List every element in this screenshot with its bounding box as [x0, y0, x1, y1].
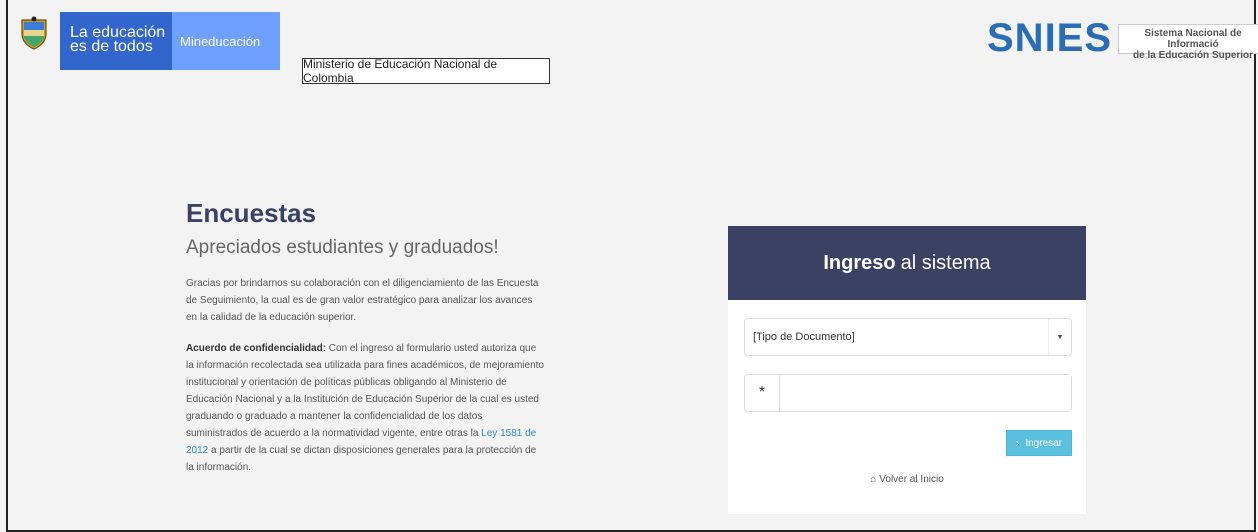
home-icon: ⌂: [870, 474, 877, 485]
intro-paragraph: Gracias por brindarnos su colaboración c…: [186, 278, 539, 323]
page-subtitle: Apreciados estudiantes y graduados!: [186, 237, 499, 258]
snies-logo-text: SNIES: [987, 16, 1113, 60]
education-logo[interactable]: La educación es de todos: [60, 12, 172, 70]
confidentiality-paragraph: Acuerdo de confidencialidad: Con el ingr…: [186, 340, 546, 476]
page-title: Encuestas: [186, 198, 317, 228]
back-label: Volver al Inicio: [879, 474, 944, 485]
confidentiality-label: Acuerdo de confidencialidad:: [186, 343, 327, 354]
document-number-input[interactable]: [780, 375, 1071, 411]
login-header: Ingreso al sistema: [728, 226, 1086, 300]
login-title-bold: Ingreso: [823, 251, 896, 274]
intro-section: Encuestas Apreciados estudiantes y gradu…: [186, 198, 546, 490]
caret-down-icon[interactable]: ▼: [1048, 319, 1071, 355]
ingresar-button[interactable]: › Ingresar: [1006, 430, 1072, 456]
confidentiality-text-2: a partir de la cual se dictan disposicio…: [186, 445, 537, 473]
asterisk-icon: *: [745, 375, 780, 411]
colombia-shield-icon: [8, 12, 60, 70]
snies-sub-line2: de la Educación Superior: [1133, 50, 1254, 61]
login-title-rest: al sistema: [900, 251, 991, 274]
chevron-right-icon: ›: [1015, 437, 1020, 449]
document-type-value: [Tipo de Documento]: [753, 331, 855, 343]
mineducacion-logo[interactable]: Mineducación: [172, 12, 280, 70]
edu-line2: es de todos: [70, 38, 153, 55]
document-type-select[interactable]: [Tipo de Documento] ▼: [744, 318, 1072, 356]
snies-sub-line1: Sistema Nacional de Informació: [1144, 28, 1242, 50]
ministry-label: Ministerio de Educación Nacional de Colo…: [302, 57, 550, 85]
snies-logo: SNIES Sistema Nacional de Informació de …: [987, 16, 1258, 61]
snies-subtitle: Sistema Nacional de Informació de la Edu…: [1118, 24, 1258, 61]
back-to-home-link[interactable]: ⌂ Volver al Inicio: [728, 474, 1086, 485]
confidentiality-text-1: Con el ingreso al formulario usted autor…: [186, 343, 544, 439]
document-number-group: *: [744, 374, 1072, 412]
gov-header: La educación es de todos Mineducación: [8, 12, 280, 70]
ingresar-label: Ingresar: [1025, 437, 1063, 449]
mineducacion-label: Mineducación: [180, 34, 261, 49]
login-panel: Ingreso al sistema [Tipo de Documento] ▼…: [728, 226, 1086, 514]
